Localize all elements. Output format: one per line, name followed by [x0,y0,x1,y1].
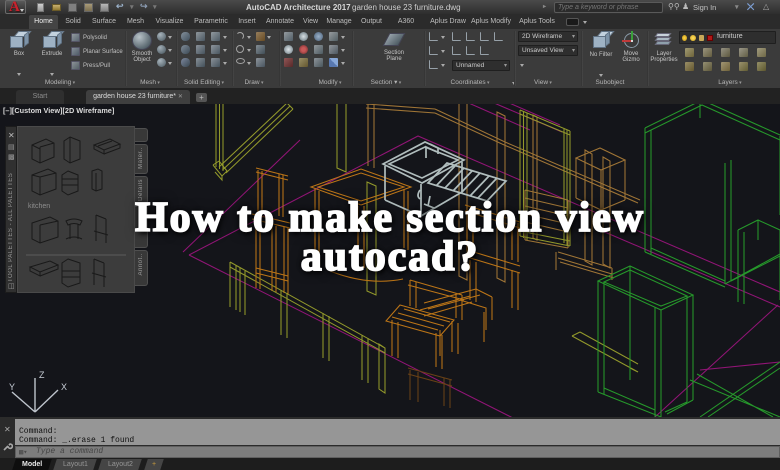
svg-text:X: X [61,382,67,392]
svg-text:Z: Z [39,370,45,380]
svg-text:Y: Y [9,382,15,392]
